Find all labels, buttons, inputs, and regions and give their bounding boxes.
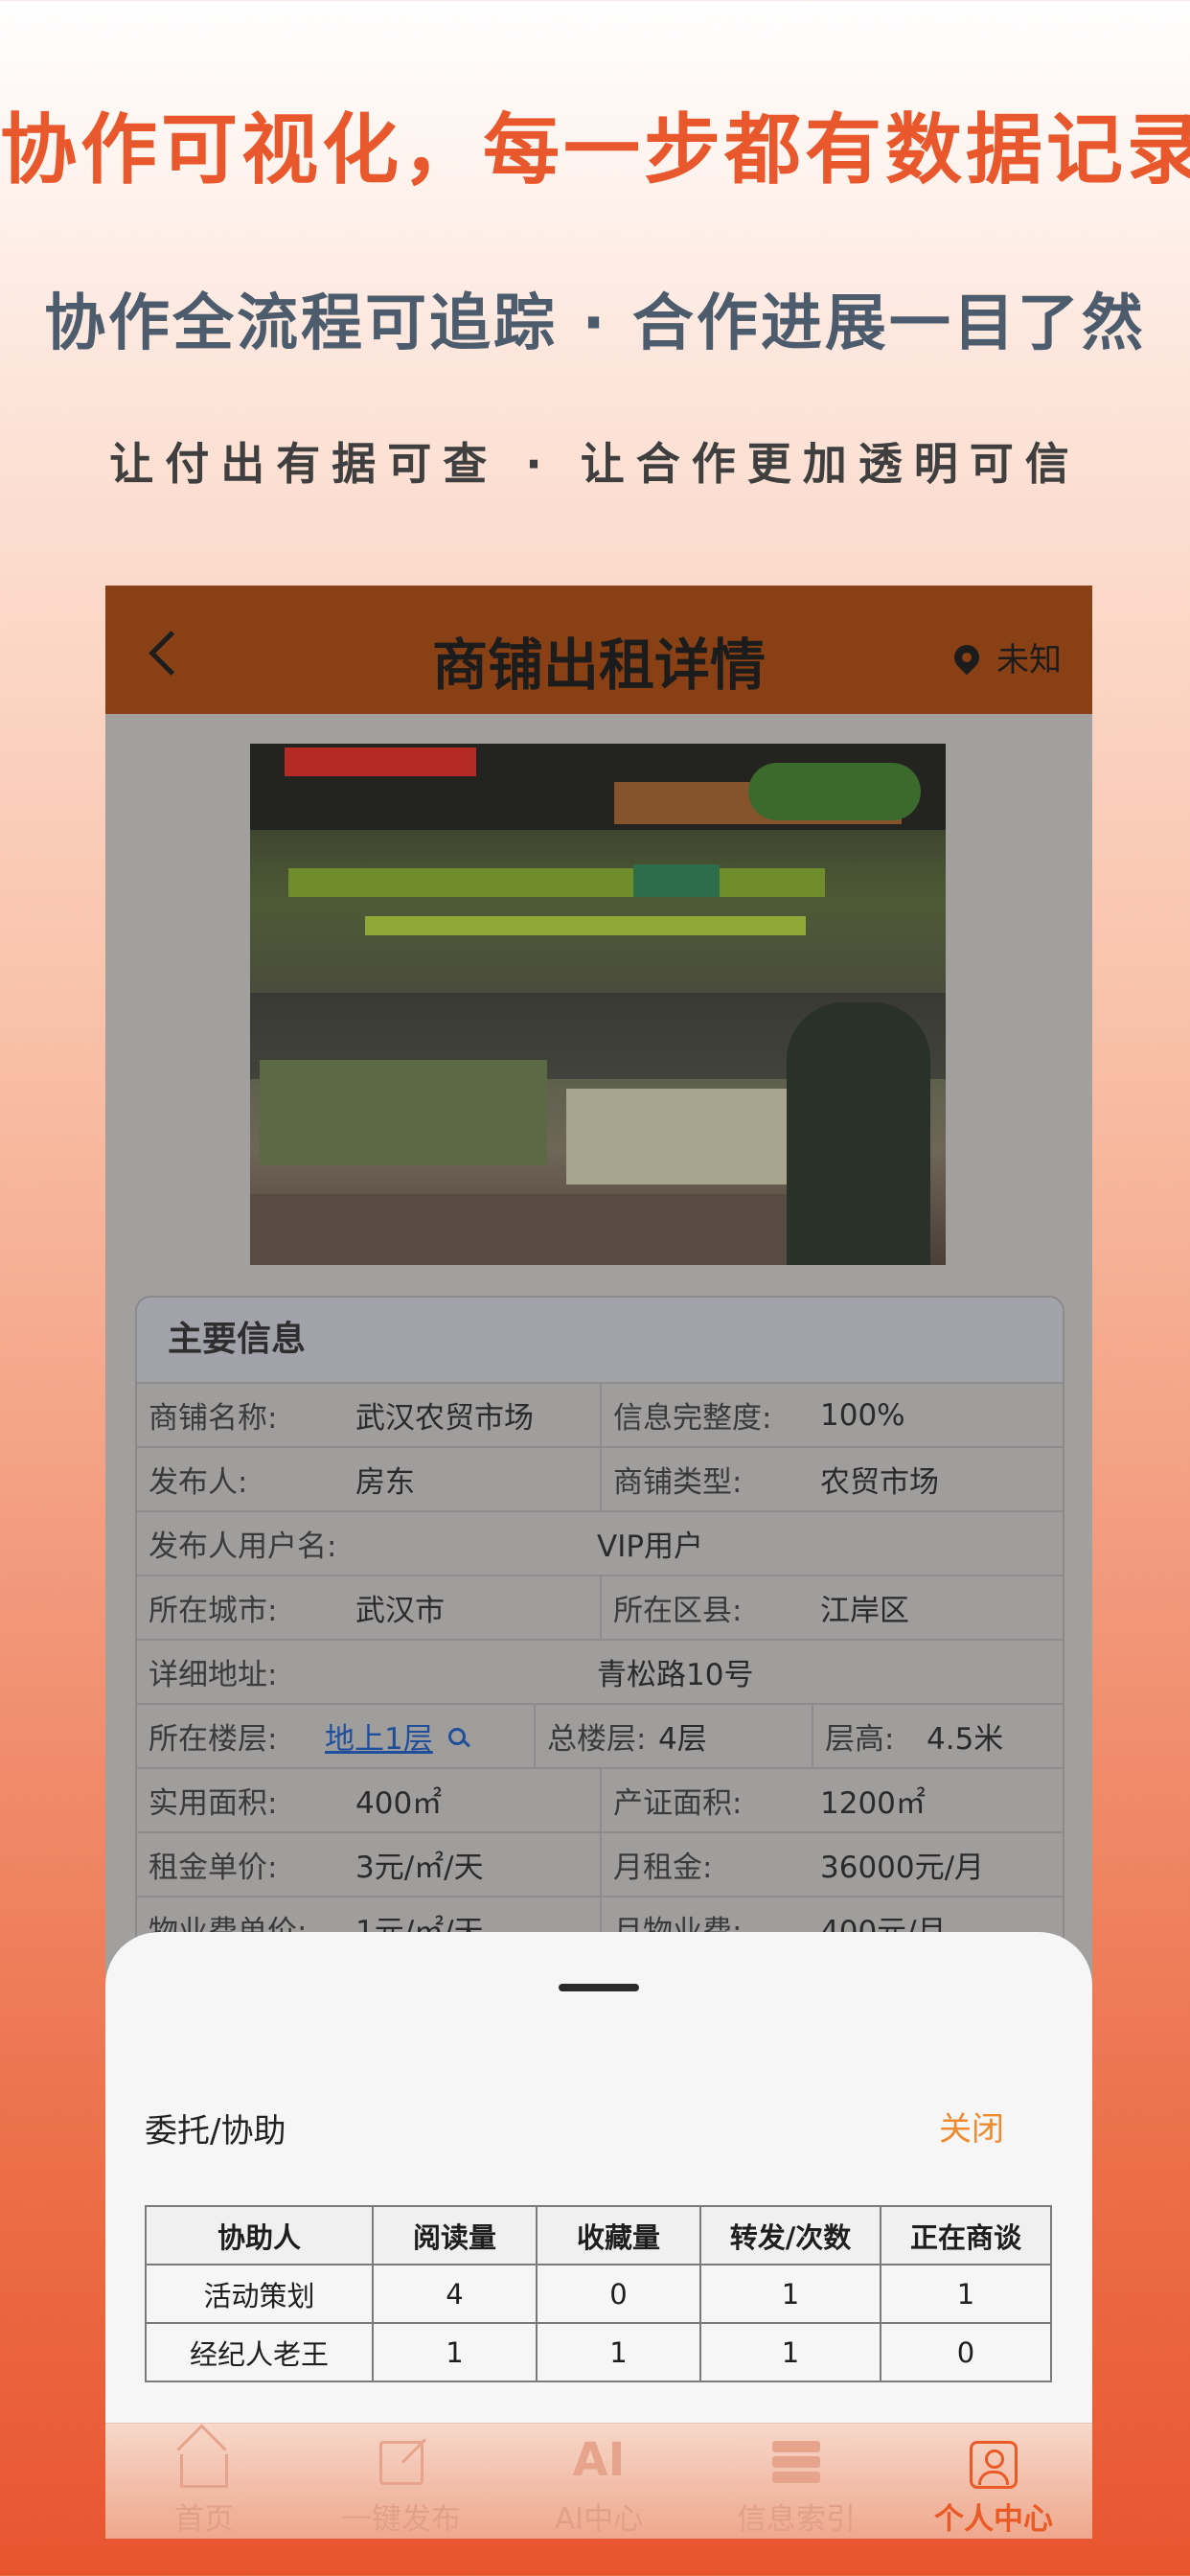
column-header: 正在商谈 (880, 2205, 1052, 2266)
phone-screen: 商铺出租详情 未知 主要信息 商铺名称: 武汉农贸市场 信息完整度: 100% (105, 586, 1092, 2539)
tab-ai-center[interactable]: AI AI中心 (500, 2424, 698, 2539)
location-selector[interactable]: 未知 (949, 633, 1062, 680)
shop-photo[interactable] (250, 744, 946, 1265)
location-pin-icon (949, 639, 985, 675)
table-cell: 0 (880, 2322, 1052, 2382)
page-title: 商铺出租详情 (431, 632, 766, 698)
info-label: 所在楼层: (149, 1722, 278, 1757)
tab-label: 信息索引 (737, 2502, 856, 2537)
table-header-row: 协助人 阅读量 收藏量 转发/次数 正在商谈 (145, 2205, 1052, 2266)
info-label: 月租金: (613, 1851, 713, 1885)
certified-area-value: 1200㎡ (820, 1786, 926, 1821)
table-cell: 经纪人老王 (145, 2322, 374, 2382)
nav-bar: 商铺出租详情 未知 (105, 586, 1092, 714)
tab-label: 一键发布 (342, 2502, 461, 2537)
table-cell: 1 (699, 2264, 881, 2324)
table-cell: 1 (880, 2264, 1052, 2324)
info-label: 商铺类型: (613, 1465, 743, 1500)
table-cell: 活动策划 (145, 2264, 374, 2324)
info-row: 发布人: 房东 商铺类型: 农贸市场 (137, 1448, 1063, 1512)
info-row: 详细地址: 青松路10号 (137, 1641, 1063, 1705)
info-label: 所在区县: (613, 1594, 743, 1628)
info-label: 信息完整度: (613, 1401, 772, 1436)
info-label: 发布人用户名: (149, 1530, 337, 1564)
info-label: 产证面积: (613, 1786, 743, 1821)
main-info-card: 主要信息 商铺名称: 武汉农贸市场 信息完整度: 100% 发布人: 房东 商铺… (135, 1296, 1064, 1990)
info-label: 详细地址: (149, 1658, 278, 1692)
floor-link[interactable]: 地上1层 (325, 1714, 534, 1758)
info-label: 商铺名称: (149, 1401, 278, 1436)
info-label: 层高: (825, 1722, 895, 1757)
location-label: 未知 (996, 641, 1062, 679)
tab-label: 首页 (174, 2502, 234, 2537)
tab-label: 个人中心 (934, 2502, 1053, 2537)
info-label: 发布人: (149, 1465, 248, 1500)
promo-headline: 协作可视化，每一步都有数据记录 (0, 105, 1190, 195)
shop-name-value: 武汉农贸市场 (355, 1401, 534, 1436)
table-cell: 1 (372, 2322, 538, 2382)
rent-unit-price-value: 3元/㎡/天 (355, 1851, 484, 1885)
publish-icon (379, 2441, 423, 2485)
monthly-rent-value: 36000元/月 (820, 1851, 985, 1885)
publisher-username-value: VIP用户 (597, 1530, 704, 1564)
table-cell: 4 (372, 2264, 538, 2324)
city-value: 武汉市 (355, 1594, 445, 1628)
shop-type-value: 农贸市场 (820, 1465, 939, 1500)
magnifier-icon (447, 1727, 466, 1745)
assist-stats-table: 协助人 阅读量 收藏量 转发/次数 正在商谈 活动策划 4 0 1 1 经纪人老… (145, 2205, 1052, 2382)
ai-icon: AI (572, 2433, 626, 2487)
column-header: 转发/次数 (699, 2205, 881, 2266)
table-cell: 1 (536, 2322, 701, 2382)
main-info-title: 主要信息 (137, 1298, 1063, 1384)
promo-tagline: 让付出有据可查 · 让合作更加透明可信 (109, 438, 1081, 490)
tab-label: AI中心 (554, 2502, 644, 2537)
info-label: 实用面积: (149, 1786, 278, 1821)
info-row: 实用面积: 400㎡ 产证面积: 1200㎡ (137, 1769, 1063, 1833)
info-row: 商铺名称: 武汉农贸市场 信息完整度: 100% (137, 1384, 1063, 1448)
publisher-value: 房东 (355, 1465, 415, 1500)
bottom-tab-bar: 首页 一键发布 AI AI中心 信息索引 个人中心 (105, 2423, 1092, 2539)
tab-info-index[interactable]: 信息索引 (698, 2424, 895, 2539)
tab-publish[interactable]: 一键发布 (303, 2424, 500, 2539)
tab-personal-center[interactable]: 个人中心 (895, 2424, 1092, 2539)
floor-value: 地上1层 (325, 1722, 433, 1757)
completeness-value: 100% (820, 1397, 905, 1433)
info-row: 所在城市: 武汉市 所在区县: 江岸区 (137, 1576, 1063, 1641)
promo-subheadline: 协作全流程可追踪 · 合作进展一目了然 (44, 288, 1146, 359)
column-header: 协助人 (145, 2205, 374, 2266)
info-row: 租金单价: 3元/㎡/天 月租金: 36000元/月 (137, 1833, 1063, 1898)
table-cell: 0 (536, 2264, 701, 2324)
usable-area-value: 400㎡ (355, 1786, 443, 1821)
user-icon (970, 2441, 1018, 2489)
column-header: 收藏量 (536, 2205, 701, 2266)
address-value: 青松路10号 (597, 1658, 754, 1692)
info-row: 所在楼层: 地上1层 总楼层: 4层 层高: 4.5米 (137, 1705, 1063, 1769)
sheet-drag-handle[interactable] (559, 1984, 639, 1991)
database-icon (772, 2441, 820, 2487)
info-label: 租金单价: (149, 1851, 278, 1885)
floor-height-value: 4.5米 (927, 1722, 1004, 1757)
table-row[interactable]: 活动策划 4 0 1 1 (145, 2264, 1052, 2324)
home-icon (180, 2454, 228, 2488)
sheet-title: 委托/协助 (145, 2112, 286, 2150)
total-floors-value: 4层 (658, 1722, 707, 1757)
tab-home[interactable]: 首页 (105, 2424, 303, 2539)
close-button[interactable]: 关闭 (939, 2103, 1004, 2150)
column-header: 阅读量 (372, 2205, 538, 2266)
table-row[interactable]: 经纪人老王 1 1 1 0 (145, 2322, 1052, 2382)
district-value: 江岸区 (820, 1594, 909, 1628)
info-label: 所在城市: (149, 1594, 278, 1628)
table-cell: 1 (699, 2322, 881, 2382)
info-row: 发布人用户名: VIP用户 (137, 1512, 1063, 1576)
info-label: 总楼层: (547, 1722, 647, 1757)
